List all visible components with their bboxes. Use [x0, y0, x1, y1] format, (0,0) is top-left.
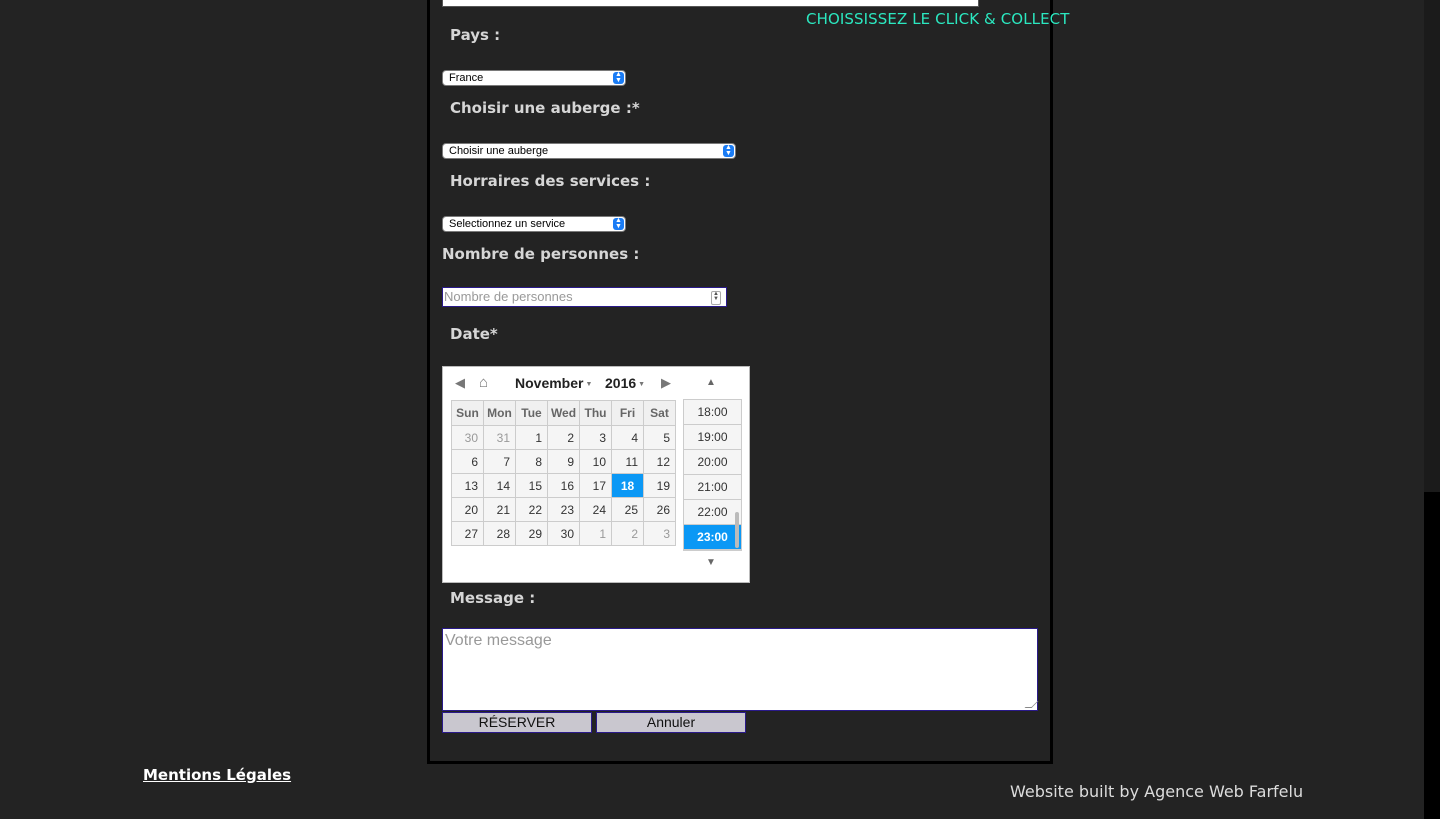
- page-right-edge-dark: [1424, 492, 1440, 819]
- calendar-day[interactable]: 21: [483, 497, 516, 522]
- time-option[interactable]: 22:00: [684, 500, 741, 525]
- caret-down-icon: ▼: [638, 380, 646, 388]
- calendar-day[interactable]: 14: [483, 473, 516, 498]
- inn-select[interactable]: Choisir une auberge ▲ ▼: [442, 143, 736, 159]
- message-placeholder: Votre message: [445, 632, 552, 649]
- time-option[interactable]: 19:00: [684, 425, 741, 450]
- time-scroll-up-icon[interactable]: ▲: [706, 377, 716, 388]
- legal-notice-link[interactable]: Mentions Légales: [143, 766, 291, 784]
- calendar-day[interactable]: 24: [579, 497, 612, 522]
- weekday-header: Fri: [611, 400, 644, 426]
- inn-label: Choisir une auberge :*: [450, 99, 640, 117]
- stepper-icon[interactable]: ▲ ▼: [711, 291, 721, 305]
- inn-select-value: Choisir une auberge: [449, 145, 549, 157]
- time-option[interactable]: 18:00: [684, 400, 741, 425]
- calendar-day[interactable]: 13: [451, 473, 484, 498]
- year-label: 2016: [605, 375, 637, 391]
- calendar-week-row: 27 28 29 30 1 2 3: [451, 521, 676, 546]
- month-label: November: [515, 375, 584, 391]
- calendar-day[interactable]: 20: [451, 497, 484, 522]
- calendar-day[interactable]: 6: [451, 449, 484, 474]
- calendar-day[interactable]: 3: [579, 425, 612, 450]
- caret-down-icon: ▼: [585, 380, 593, 388]
- country-select-value: France: [449, 72, 484, 84]
- calendar-day[interactable]: 12: [643, 449, 676, 474]
- service-select-value: Selectionnez un service: [449, 218, 566, 230]
- weekday-header: Sat: [643, 400, 676, 426]
- calendar-day[interactable]: 17: [579, 473, 612, 498]
- reserve-button[interactable]: RÉSERVER: [442, 712, 592, 733]
- calendar-day[interactable]: 26: [643, 497, 676, 522]
- time-scroll-down-icon[interactable]: ▼: [706, 557, 716, 568]
- calendar-day[interactable]: 31: [483, 425, 516, 450]
- calendar-day[interactable]: 7: [483, 449, 516, 474]
- calendar-day[interactable]: 22: [515, 497, 548, 522]
- cancel-button[interactable]: Annuler: [596, 712, 746, 733]
- resize-grip-icon[interactable]: [1024, 701, 1039, 708]
- calendar-week-row: 13 14 15 16 17 18 19: [451, 473, 676, 498]
- calendar-day[interactable]: 2: [547, 425, 580, 450]
- service-select[interactable]: Selectionnez un service ▲ ▼: [442, 216, 626, 232]
- time-scrollbar[interactable]: [735, 512, 739, 548]
- people-input[interactable]: Nombre de personnes ▲ ▼: [442, 287, 727, 307]
- calendar-day[interactable]: 18: [611, 473, 644, 498]
- calendar-day[interactable]: 25: [611, 497, 644, 522]
- country-label: Pays :: [450, 26, 501, 44]
- month-select[interactable]: November ▼: [515, 375, 592, 391]
- date-label: Date*: [450, 325, 498, 343]
- time-list: 18:00 19:00 20:00 21:00 22:00 23:00: [683, 399, 742, 551]
- service-label: Horraires des services :: [450, 172, 651, 190]
- calendar-day[interactable]: 30: [547, 521, 580, 546]
- calendar-day[interactable]: 16: [547, 473, 580, 498]
- calendar-week-row: 20 21 22 23 24 25 26: [451, 497, 676, 522]
- people-placeholder: Nombre de personnes: [444, 289, 573, 304]
- date-time-picker: ◀ ⌂ November ▼ 2016 ▼ ▶ Sun Mon Tue Wed Thu Fri…: [442, 366, 750, 583]
- calendar-day[interactable]: 9: [547, 449, 580, 474]
- select-chevron-icon: ▲ ▼: [613, 217, 624, 230]
- calendar-day[interactable]: 29: [515, 521, 548, 546]
- calendar-day[interactable]: 30: [451, 425, 484, 450]
- time-option[interactable]: 21:00: [684, 475, 741, 500]
- weekday-header: Wed: [547, 400, 580, 426]
- calendar-day[interactable]: 15: [515, 473, 548, 498]
- weekday-header: Sun: [451, 400, 484, 426]
- country-select[interactable]: France ▲ ▼: [442, 70, 626, 86]
- calendar-day[interactable]: 1: [515, 425, 548, 450]
- calendar-day[interactable]: 3: [643, 521, 676, 546]
- calendar-day[interactable]: 8: [515, 449, 548, 474]
- select-chevron-icon: ▲ ▼: [613, 71, 624, 84]
- built-by-credit[interactable]: Website built by Agence Web Farfelu: [1010, 782, 1303, 801]
- calendar-week-row: 30 31 1 2 3 4 5: [451, 425, 676, 450]
- calendar-week-row: 6 7 8 9 10 11 12: [451, 449, 676, 474]
- select-chevron-icon: ▲ ▼: [723, 144, 734, 157]
- click-collect-link[interactable]: CHOISSISSEZ LE CLICK & COLLECT: [806, 10, 1070, 28]
- weekday-header: Mon: [483, 400, 516, 426]
- message-textarea[interactable]: Votre message: [442, 628, 1039, 711]
- prev-month-icon[interactable]: ◀: [455, 375, 465, 391]
- calendar-day[interactable]: 10: [579, 449, 612, 474]
- message-label: Message :: [450, 589, 536, 607]
- calendar-day[interactable]: 27: [451, 521, 484, 546]
- calendar-day[interactable]: 11: [611, 449, 644, 474]
- calendar-day[interactable]: 23: [547, 497, 580, 522]
- weekday-header: Tue: [515, 400, 548, 426]
- next-month-icon[interactable]: ▶: [661, 375, 671, 391]
- calendar-day[interactable]: 5: [643, 425, 676, 450]
- calendar-day[interactable]: 19: [643, 473, 676, 498]
- home-icon[interactable]: ⌂: [479, 374, 488, 391]
- calendar-day[interactable]: 4: [611, 425, 644, 450]
- calendar-grid: Sun Mon Tue Wed Thu Fri Sat 30 31 1 2 3 4 5 6 7 8 9 10 11 1…: [451, 400, 676, 546]
- calendar-day[interactable]: 28: [483, 521, 516, 546]
- top-input-field[interactable]: [442, 0, 979, 7]
- year-select[interactable]: 2016 ▼: [605, 375, 645, 391]
- calendar-day[interactable]: 1: [579, 521, 612, 546]
- calendar-day[interactable]: 2: [611, 521, 644, 546]
- people-label: Nombre de personnes :: [442, 245, 640, 263]
- time-option[interactable]: 20:00: [684, 450, 741, 475]
- weekday-header: Thu: [579, 400, 612, 426]
- time-option[interactable]: 23:00: [684, 525, 741, 550]
